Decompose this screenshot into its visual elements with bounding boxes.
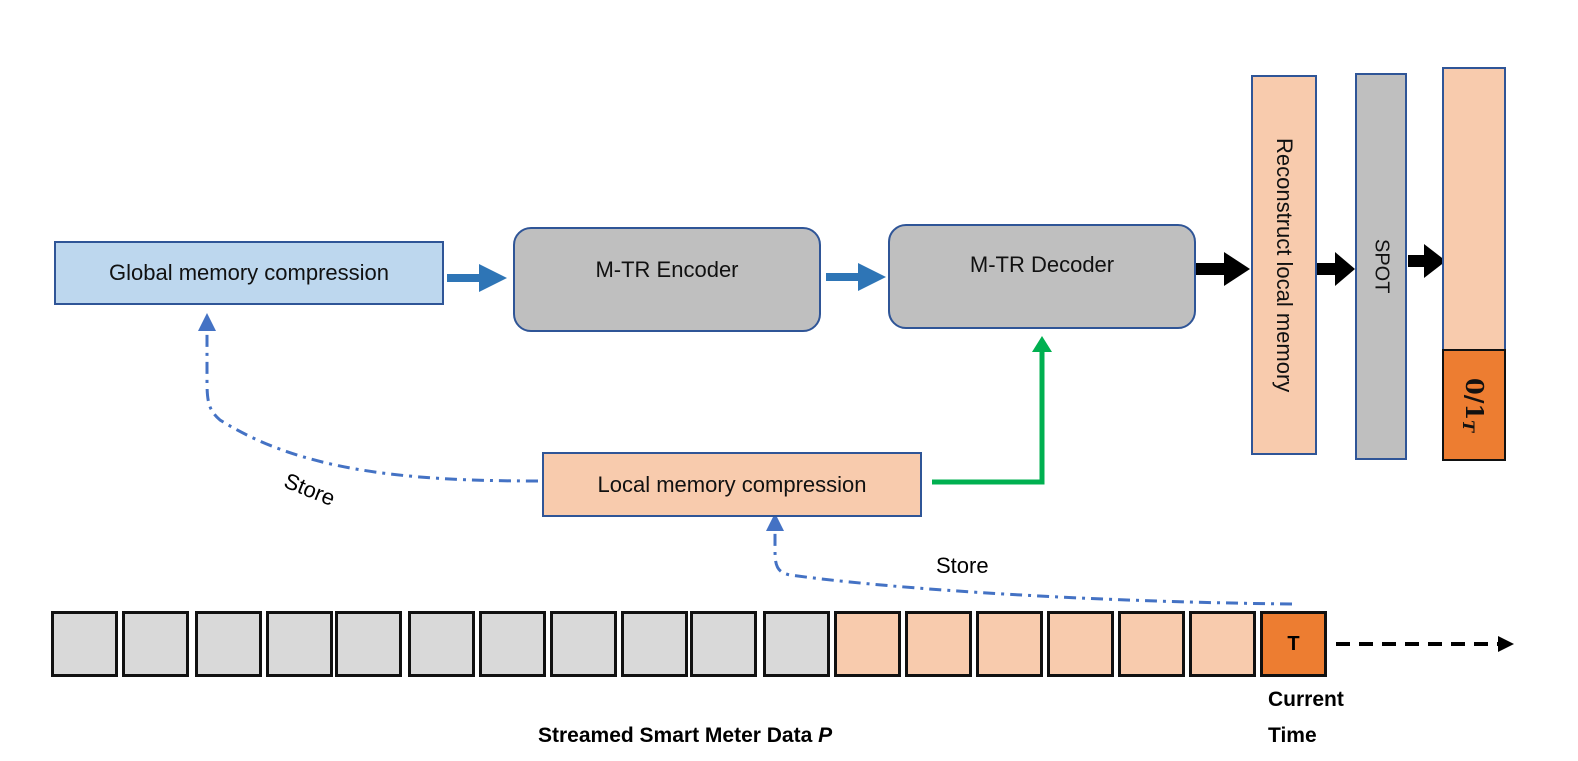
spot-label: SPOT	[1370, 239, 1393, 294]
arrow-reconstruct-to-spot	[1317, 252, 1355, 286]
stream-cell-past	[266, 611, 333, 677]
arrow-global-to-encoder	[447, 264, 507, 292]
arrow-decoder-to-reconstruct	[1196, 252, 1250, 286]
current-time-line1: Current	[1268, 688, 1344, 711]
stream-title: Streamed Smart Meter Data P	[538, 724, 832, 748]
current-time-line2: Time	[1268, 724, 1317, 747]
reconstruct-local-memory-block: Reconstruct local memory	[1251, 75, 1317, 455]
stream-cell-past	[51, 611, 118, 677]
output-anomaly-flag: 0/1T	[1442, 349, 1506, 461]
store-path-current-to-local	[766, 513, 1293, 606]
stream-cell-past	[408, 611, 475, 677]
encoder-label: M-TR Encoder	[595, 256, 739, 282]
local-memory-compression-block: Local memory compression	[542, 452, 922, 517]
store-label-local: Store	[936, 553, 989, 578]
stream-cell-past	[621, 611, 688, 677]
stream-cell-past	[479, 611, 546, 677]
store-path-local-to-global	[198, 313, 539, 483]
arrow-spot-to-output	[1408, 244, 1446, 278]
stream-cell-past	[550, 611, 617, 677]
reconstruct-label: Reconstruct local memory	[1272, 137, 1297, 393]
stream-title-text: Streamed Smart Meter Data	[538, 724, 819, 747]
global-memory-compression-block: Global memory compression	[54, 241, 444, 305]
mtr-encoder-block: M-TR Encoder	[513, 227, 821, 332]
stream-cell-local	[1047, 611, 1114, 677]
stream-cell-past	[690, 611, 757, 677]
arrow-local-to-decoder	[932, 336, 1052, 485]
arrow-encoder-to-decoder	[826, 263, 886, 291]
output-vector	[1442, 67, 1506, 352]
decoder-label: M-TR Decoder	[969, 251, 1115, 277]
stream-cell-local	[1189, 611, 1256, 677]
global-memory-label: Global memory compression	[109, 260, 389, 285]
stream-cell-past	[122, 611, 189, 677]
stream-cell-past	[195, 611, 262, 677]
stream-cell-past	[335, 611, 402, 677]
current-time-label: Current Time	[1268, 682, 1344, 754]
time-direction-arrow	[1336, 636, 1514, 652]
current-cell-label: T	[1287, 632, 1300, 655]
stream-cell-local	[834, 611, 901, 677]
stream-cell-local	[1118, 611, 1185, 677]
stream-cell-past	[763, 611, 830, 677]
stream-cell-local	[905, 611, 972, 677]
stream-variable: P	[818, 724, 833, 747]
mtr-decoder-block: M-TR Decoder	[888, 224, 1196, 329]
spot-block: SPOT	[1355, 73, 1407, 460]
stream-cell-current: T	[1260, 611, 1327, 677]
local-memory-label: Local memory compression	[597, 471, 867, 497]
output-flag-label: 0/1	[1459, 377, 1489, 421]
output-flag-subscript: T	[1459, 420, 1479, 433]
stream-cell-local	[976, 611, 1043, 677]
